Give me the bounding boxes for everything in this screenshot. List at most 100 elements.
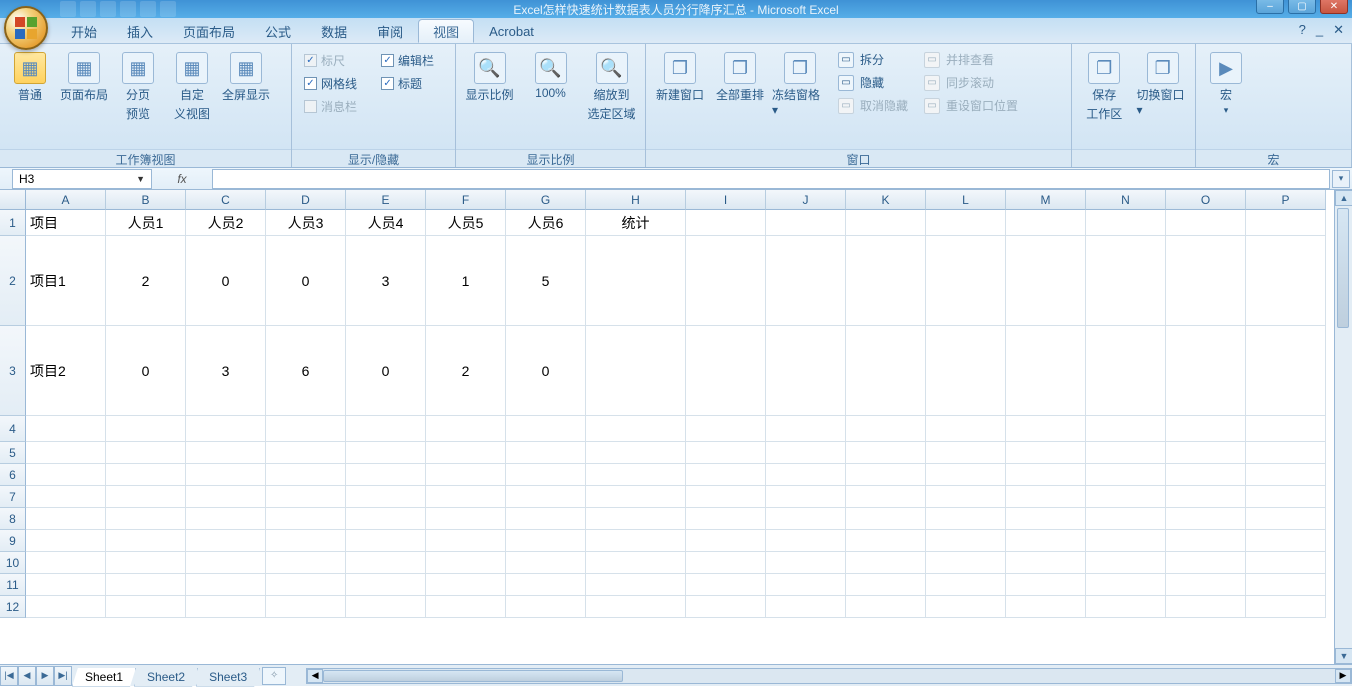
cell-P1[interactable] xyxy=(1246,210,1326,236)
cell-D2[interactable]: 0 xyxy=(266,236,346,326)
window-btn-全部重排[interactable]: ❐全部重排 xyxy=(712,48,768,103)
cell-K2[interactable] xyxy=(846,236,926,326)
cell-O8[interactable] xyxy=(1166,508,1246,530)
cell-F3[interactable]: 2 xyxy=(426,326,506,416)
cell-G8[interactable] xyxy=(506,508,586,530)
col-header-O[interactable]: O xyxy=(1166,190,1246,210)
cell-A12[interactable] xyxy=(26,596,106,618)
cell-F12[interactable] xyxy=(426,596,506,618)
cell-J3[interactable] xyxy=(766,326,846,416)
sheet-tab-Sheet1[interactable]: Sheet1 xyxy=(72,668,136,687)
cell-A2[interactable]: 项目1 xyxy=(26,236,106,326)
cell-D8[interactable] xyxy=(266,508,346,530)
cell-F8[interactable] xyxy=(426,508,506,530)
zoom-btn-显示比例[interactable]: 🔍显示比例 xyxy=(462,48,517,103)
cell-B11[interactable] xyxy=(106,574,186,596)
cell-I12[interactable] xyxy=(686,596,766,618)
macro-button[interactable]: ▶宏▾ xyxy=(1202,48,1250,116)
col-header-M[interactable]: M xyxy=(1006,190,1086,210)
qat-save-icon[interactable] xyxy=(60,1,76,17)
cell-M8[interactable] xyxy=(1006,508,1086,530)
cell-D9[interactable] xyxy=(266,530,346,552)
cell-L10[interactable] xyxy=(926,552,1006,574)
grid[interactable]: ABCDEFGHIJKLMNOP 123456789101112 项目人员1人员… xyxy=(0,190,1334,664)
cell-J6[interactable] xyxy=(766,464,846,486)
cell-D12[interactable] xyxy=(266,596,346,618)
cell-P7[interactable] xyxy=(1246,486,1326,508)
cell-C8[interactable] xyxy=(186,508,266,530)
cell-I6[interactable] xyxy=(686,464,766,486)
window-tail-切换窗口[interactable]: ❐切换窗口 ▾ xyxy=(1137,48,1190,117)
cell-P2[interactable] xyxy=(1246,236,1326,326)
col-header-B[interactable]: B xyxy=(106,190,186,210)
cell-B2[interactable]: 2 xyxy=(106,236,186,326)
cell-N7[interactable] xyxy=(1086,486,1166,508)
row-header-10[interactable]: 10 xyxy=(0,552,26,574)
row-header-9[interactable]: 9 xyxy=(0,530,26,552)
cell-H10[interactable] xyxy=(586,552,686,574)
cell-H11[interactable] xyxy=(586,574,686,596)
cell-E8[interactable] xyxy=(346,508,426,530)
cell-N2[interactable] xyxy=(1086,236,1166,326)
formula-bar-expand-icon[interactable]: ▾ xyxy=(1332,170,1350,188)
cell-J10[interactable] xyxy=(766,552,846,574)
view-btn-普通[interactable]: ▦普通 xyxy=(6,48,54,103)
col-header-E[interactable]: E xyxy=(346,190,426,210)
window-small-拆分[interactable]: ▭拆分 xyxy=(836,50,910,69)
cell-N5[interactable] xyxy=(1086,442,1166,464)
vertical-scrollbar[interactable]: ▲ ▼ xyxy=(1334,190,1352,664)
cell-F5[interactable] xyxy=(426,442,506,464)
cell-H1[interactable]: 统计 xyxy=(586,210,686,236)
cell-L9[interactable] xyxy=(926,530,1006,552)
cell-F4[interactable] xyxy=(426,416,506,442)
cell-P6[interactable] xyxy=(1246,464,1326,486)
checkbox-标题[interactable]: ✓标题 xyxy=(381,75,434,92)
scroll-down-icon[interactable]: ▼ xyxy=(1335,648,1352,664)
cell-C5[interactable] xyxy=(186,442,266,464)
cell-E12[interactable] xyxy=(346,596,426,618)
cell-G5[interactable] xyxy=(506,442,586,464)
row-header-3[interactable]: 3 xyxy=(0,326,26,416)
col-header-C[interactable]: C xyxy=(186,190,266,210)
name-box-dropdown-icon[interactable]: ▼ xyxy=(136,174,145,184)
cell-H9[interactable] xyxy=(586,530,686,552)
cell-A7[interactable] xyxy=(26,486,106,508)
view-btn-自定[interactable]: ▦自定义视图 xyxy=(168,48,216,122)
tab-nav-prev-icon[interactable]: ◀ xyxy=(18,666,36,686)
cell-C12[interactable] xyxy=(186,596,266,618)
row-header-11[interactable]: 11 xyxy=(0,574,26,596)
cell-G6[interactable] xyxy=(506,464,586,486)
cell-B7[interactable] xyxy=(106,486,186,508)
col-header-K[interactable]: K xyxy=(846,190,926,210)
insert-sheet-icon[interactable]: ✧ xyxy=(262,667,286,685)
cell-A1[interactable]: 项目 xyxy=(26,210,106,236)
cell-L1[interactable] xyxy=(926,210,1006,236)
cell-A3[interactable]: 项目2 xyxy=(26,326,106,416)
ribbon-tab-开始[interactable]: 开始 xyxy=(56,19,112,43)
cell-M7[interactable] xyxy=(1006,486,1086,508)
cell-L12[interactable] xyxy=(926,596,1006,618)
cell-L5[interactable] xyxy=(926,442,1006,464)
cell-C4[interactable] xyxy=(186,416,266,442)
cell-G7[interactable] xyxy=(506,486,586,508)
cell-K4[interactable] xyxy=(846,416,926,442)
cell-B1[interactable]: 人员1 xyxy=(106,210,186,236)
cell-A4[interactable] xyxy=(26,416,106,442)
cell-M10[interactable] xyxy=(1006,552,1086,574)
select-all-corner[interactable] xyxy=(0,190,26,210)
cell-K11[interactable] xyxy=(846,574,926,596)
cell-M6[interactable] xyxy=(1006,464,1086,486)
cell-A11[interactable] xyxy=(26,574,106,596)
ribbon-tab-公式[interactable]: 公式 xyxy=(250,19,306,43)
cell-D6[interactable] xyxy=(266,464,346,486)
cell-J7[interactable] xyxy=(766,486,846,508)
cell-E1[interactable]: 人员4 xyxy=(346,210,426,236)
cell-N12[interactable] xyxy=(1086,596,1166,618)
col-header-J[interactable]: J xyxy=(766,190,846,210)
cell-G11[interactable] xyxy=(506,574,586,596)
row-header-4[interactable]: 4 xyxy=(0,416,26,442)
cell-A5[interactable] xyxy=(26,442,106,464)
cell-F6[interactable] xyxy=(426,464,506,486)
cell-B3[interactable]: 0 xyxy=(106,326,186,416)
cell-N11[interactable] xyxy=(1086,574,1166,596)
